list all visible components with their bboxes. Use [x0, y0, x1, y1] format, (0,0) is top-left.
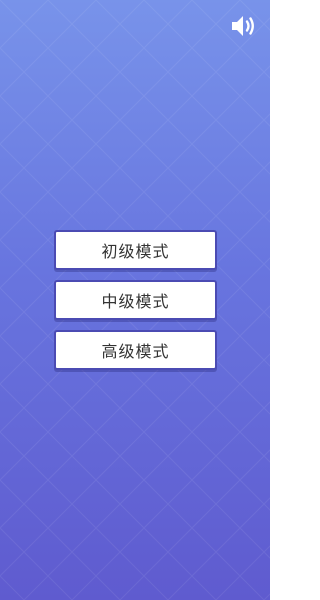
advanced-mode-button[interactable]: 高级模式	[54, 330, 217, 370]
speaker-volume-icon	[232, 16, 254, 36]
mode-menu: 初级模式 中级模式 高级模式	[54, 230, 217, 380]
beginner-mode-button[interactable]: 初级模式	[54, 230, 217, 270]
game-start-screen: 初级模式 中级模式 高级模式	[0, 0, 270, 600]
intermediate-mode-button[interactable]: 中级模式	[54, 280, 217, 320]
sound-toggle-button[interactable]	[229, 13, 257, 39]
